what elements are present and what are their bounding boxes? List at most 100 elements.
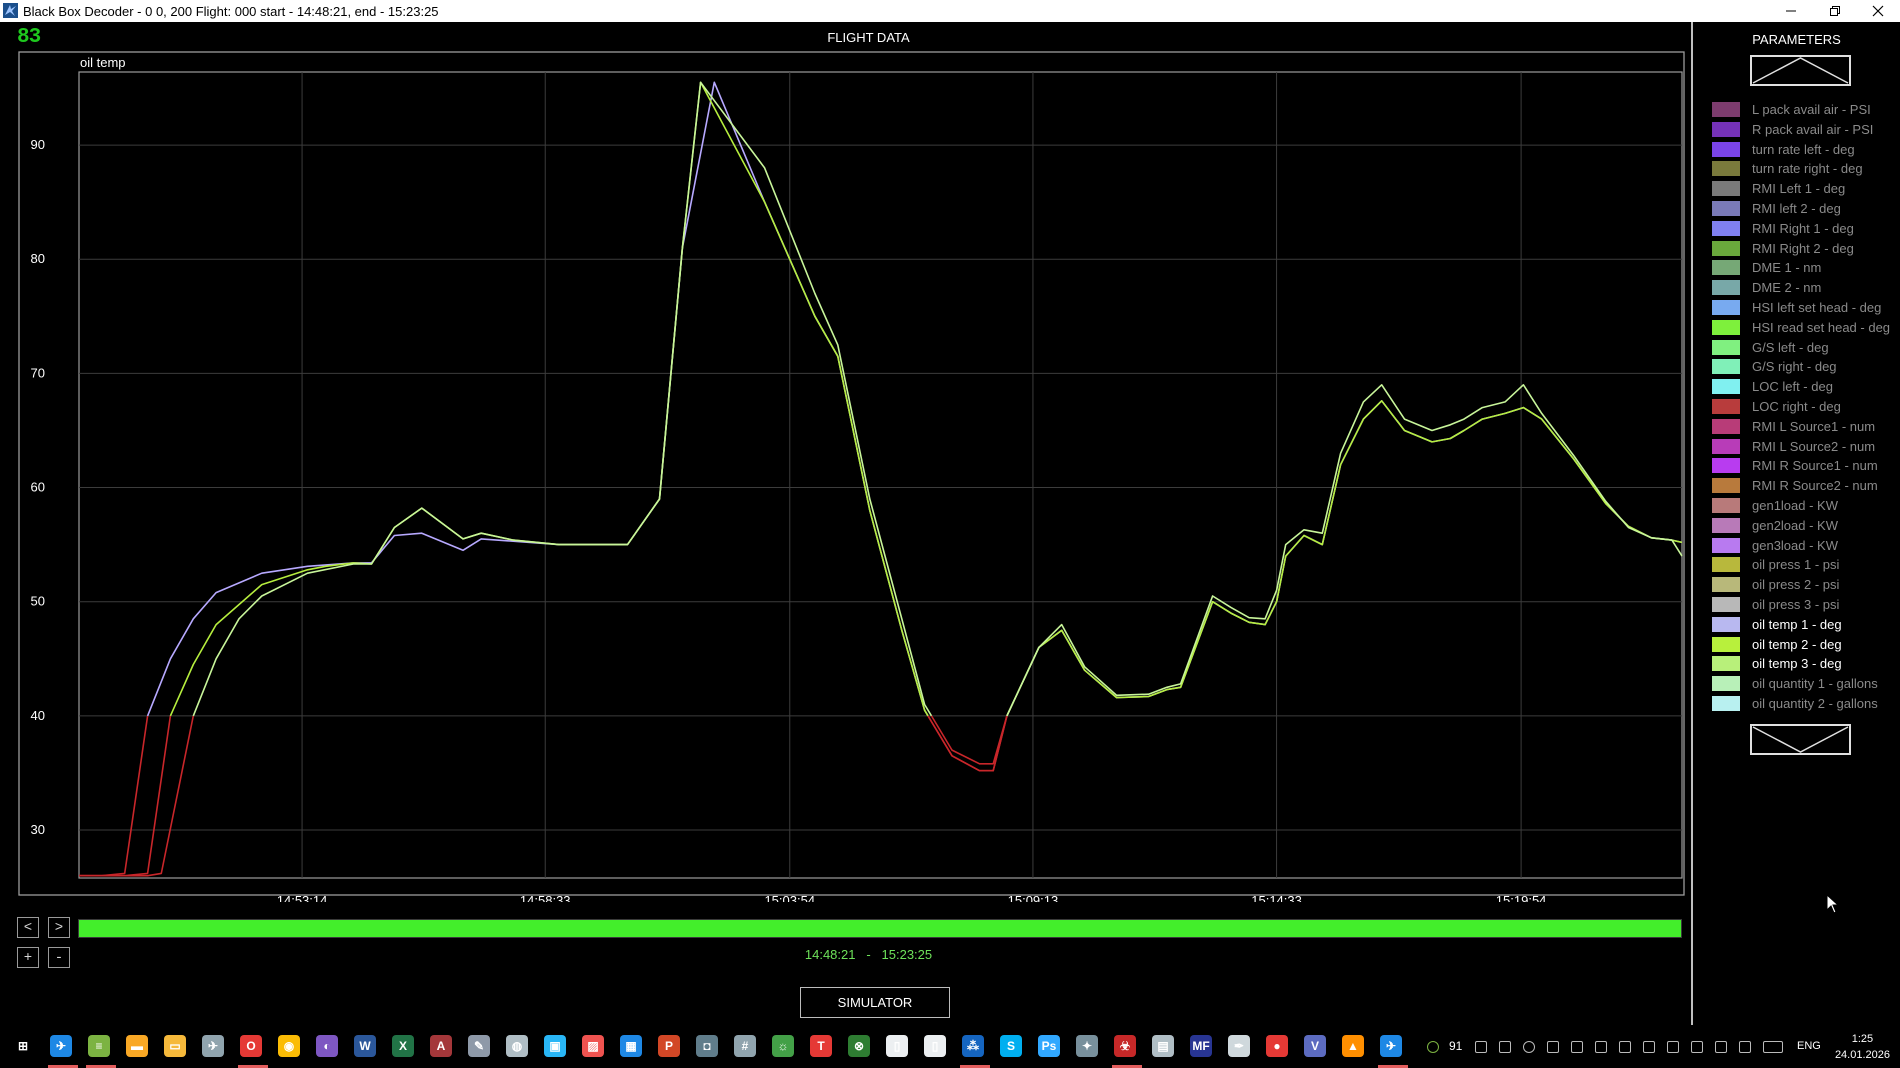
parameter-item[interactable]: gen2load - KW: [1709, 516, 1900, 536]
scroll-down-button[interactable]: [1750, 724, 1851, 755]
plane-tool-icon[interactable]: ✈: [202, 1035, 224, 1057]
scroll-up-button[interactable]: [1750, 55, 1851, 86]
document-icon[interactable]: ▯: [886, 1035, 908, 1057]
parameter-item[interactable]: R pack avail air - PSI: [1709, 120, 1900, 140]
parameter-label: oil temp 1 - deg: [1752, 616, 1842, 632]
parameter-item[interactable]: gen3load - KW: [1709, 536, 1900, 556]
tray-app-icon[interactable]: [1547, 1041, 1559, 1053]
remote-desktop-icon[interactable]: ▣: [544, 1035, 566, 1057]
blackbox-decoder-icon[interactable]: ✈: [1380, 1035, 1402, 1057]
parameter-item[interactable]: RMI R Source1 - num: [1709, 456, 1900, 476]
bluetooth-icon[interactable]: [1715, 1041, 1727, 1053]
v-app-icon[interactable]: V: [1304, 1035, 1326, 1057]
prev-button[interactable]: <: [17, 917, 39, 938]
access-icon[interactable]: A: [430, 1035, 452, 1057]
green-app-icon[interactable]: ☼: [772, 1035, 794, 1057]
powerpoint-icon[interactable]: P: [658, 1035, 680, 1057]
parameter-item[interactable]: RMI Right 2 - deg: [1709, 239, 1900, 259]
document-2-icon[interactable]: ▯: [924, 1035, 946, 1057]
photo-editor-icon[interactable]: ▨: [582, 1035, 604, 1057]
skype-icon[interactable]: S: [1000, 1035, 1022, 1057]
time-range-start: 14:48:21: [804, 947, 856, 962]
parameter-item[interactable]: RMI left 2 - deg: [1709, 199, 1900, 219]
parameter-item[interactable]: RMI Left 1 - deg: [1709, 179, 1900, 199]
tray-red-icon[interactable]: [1571, 1041, 1583, 1053]
parameter-item[interactable]: RMI R Source2 - num: [1709, 476, 1900, 496]
panel-divider[interactable]: [1691, 22, 1693, 1025]
paint-icon[interactable]: ✎: [468, 1035, 490, 1057]
minimize-button[interactable]: [1769, 0, 1813, 22]
parameter-item[interactable]: DME 2 - nm: [1709, 278, 1900, 298]
tray-window-icon[interactable]: [1475, 1041, 1487, 1053]
parameter-item[interactable]: RMI Right 1 - deg: [1709, 219, 1900, 239]
clock[interactable]: 1:25 24.01.2026: [1835, 1031, 1890, 1063]
parameter-item[interactable]: L pack avail air - PSI: [1709, 100, 1900, 120]
parameter-item[interactable]: oil press 2 - psi: [1709, 575, 1900, 595]
calculator-icon[interactable]: #: [734, 1035, 756, 1057]
parameter-label: R pack avail air - PSI: [1752, 121, 1874, 137]
record-icon[interactable]: ●: [1266, 1035, 1288, 1057]
xplane-icon[interactable]: ✈: [50, 1035, 72, 1057]
wifi-icon[interactable]: [1691, 1041, 1703, 1053]
parameter-item[interactable]: oil press 3 - psi: [1709, 595, 1900, 615]
time-range-end: 15:23:25: [881, 947, 933, 962]
keyboard-icon[interactable]: [1763, 1041, 1783, 1053]
t-app-icon[interactable]: T: [810, 1035, 832, 1057]
parameter-item[interactable]: RMI L Source1 - num: [1709, 417, 1900, 437]
simulator-button[interactable]: SIMULATOR: [800, 987, 950, 1018]
tray-drive-icon[interactable]: [1619, 1041, 1631, 1053]
parameter-item[interactable]: HSI left set head - deg: [1709, 298, 1900, 318]
parameter-item[interactable]: oil temp 1 - deg: [1709, 615, 1900, 635]
parameter-item[interactable]: gen1load - KW: [1709, 496, 1900, 516]
camera-icon[interactable]: ◘: [696, 1035, 718, 1057]
pen-tray-icon[interactable]: [1739, 1041, 1751, 1053]
flight-data-chart[interactable]: 30 40 50 60 70 80 90 14:53:14 14:58:33 15:03:54 15…: [0, 22, 1691, 902]
parameter-item[interactable]: RMI L Source2 - num: [1709, 437, 1900, 457]
photoshop-icon[interactable]: Ps: [1038, 1035, 1060, 1057]
parameter-item[interactable]: LOC right - deg: [1709, 397, 1900, 417]
chrome-icon[interactable]: ◉: [278, 1035, 300, 1057]
opera-icon[interactable]: O: [240, 1035, 262, 1057]
battery-icon[interactable]: [1643, 1041, 1655, 1053]
photos-icon[interactable]: ▦: [620, 1035, 642, 1057]
xbox-icon[interactable]: ⊗: [848, 1035, 870, 1057]
parameter-item[interactable]: oil temp 3 - deg: [1709, 654, 1900, 674]
next-button[interactable]: >: [48, 917, 70, 938]
mf-icon[interactable]: MF: [1190, 1035, 1212, 1057]
tray-check-icon[interactable]: [1499, 1041, 1511, 1053]
network-icon[interactable]: ⁂: [962, 1035, 984, 1057]
time-range-slider[interactable]: [78, 919, 1682, 938]
parameter-item[interactable]: turn rate right - deg: [1709, 159, 1900, 179]
restore-button[interactable]: [1813, 0, 1857, 22]
folder-icon[interactable]: ▭: [164, 1035, 186, 1057]
word-icon[interactable]: W: [354, 1035, 376, 1057]
notepad-icon[interactable]: ≡: [88, 1035, 110, 1057]
drive-icon[interactable]: ▬: [126, 1035, 148, 1057]
biohazard-icon[interactable]: ☣: [1114, 1035, 1136, 1057]
volume-icon[interactable]: [1667, 1041, 1679, 1053]
vlc-icon[interactable]: ▲: [1342, 1035, 1364, 1057]
title-bar[interactable]: Black Box Decoder - 0 0, 200 Flight: 000…: [0, 0, 1900, 22]
globe-icon[interactable]: ◍: [506, 1035, 528, 1057]
tor-icon[interactable]: ◐: [316, 1035, 338, 1057]
tray-vlc-icon[interactable]: [1595, 1041, 1607, 1053]
tool-icon[interactable]: ✦: [1076, 1035, 1098, 1057]
start-icon[interactable]: ⊞: [12, 1035, 34, 1057]
excel-icon[interactable]: X: [392, 1035, 414, 1057]
parameter-item[interactable]: HSI read set head - deg: [1709, 318, 1900, 338]
parameter-item[interactable]: oil press 1 - psi: [1709, 555, 1900, 575]
tray-chrome-icon[interactable]: [1523, 1041, 1535, 1053]
parameter-item[interactable]: G/S left - deg: [1709, 338, 1900, 358]
tray-status-icon[interactable]: [1427, 1041, 1439, 1053]
parameter-item[interactable]: turn rate left - deg: [1709, 140, 1900, 160]
parameter-item[interactable]: oil quantity 1 - gallons: [1709, 674, 1900, 694]
printer-icon[interactable]: ▤: [1152, 1035, 1174, 1057]
language-indicator[interactable]: ENG: [1797, 1040, 1821, 1052]
parameter-item[interactable]: LOC left - deg: [1709, 377, 1900, 397]
parameter-item[interactable]: oil quantity 2 - gallons: [1709, 694, 1900, 714]
parameter-item[interactable]: G/S right - deg: [1709, 357, 1900, 377]
parameter-item[interactable]: DME 1 - nm: [1709, 258, 1900, 278]
parameter-item[interactable]: oil temp 2 - deg: [1709, 635, 1900, 655]
close-button[interactable]: [1856, 0, 1900, 22]
pen-icon[interactable]: ✒: [1228, 1035, 1250, 1057]
